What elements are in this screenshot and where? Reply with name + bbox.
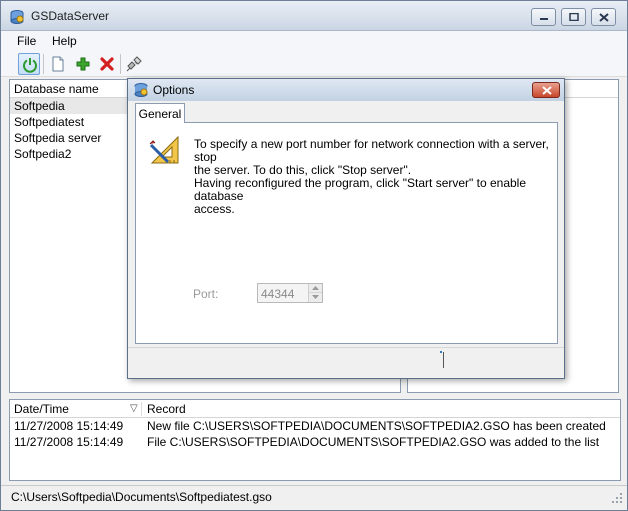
dialog-button[interactable] — [438, 351, 444, 368]
dialog-close-button[interactable] — [532, 82, 560, 98]
new-database-button[interactable] — [47, 53, 69, 75]
column-divider[interactable] — [141, 402, 142, 416]
status-bar: C:\Users\Softpedia\Documents\Softpediate… — [1, 485, 627, 510]
remove-database-button[interactable] — [96, 53, 118, 75]
options-dialog: Options General To specify a new port nu… — [127, 78, 565, 379]
log-header: Date/Time ▽ Record — [10, 400, 620, 418]
port-label: Port: — [193, 287, 219, 301]
log-list[interactable]: Date/Time ▽ Record 11/27/2008 15:14:49 N… — [9, 399, 621, 481]
table-row[interactable]: 11/27/2008 15:14:49 File C:\USERS\SOFTPE… — [10, 434, 620, 450]
menu-bar: File Help — [1, 31, 627, 51]
toolbar — [1, 51, 627, 77]
log-date: 11/27/2008 15:14:49 — [14, 419, 124, 433]
sort-indicator-icon: ▽ — [130, 403, 138, 414]
disconnect-icon — [126, 56, 142, 72]
log-record: New file C:\USERS\SOFTPEDIA\DOCUMENTS\SO… — [147, 419, 606, 433]
chevron-up-icon — [312, 286, 319, 290]
options-app-icon — [133, 82, 149, 101]
add-icon — [76, 57, 90, 71]
start-server-button[interactable] — [18, 53, 40, 75]
ruler-triangle-icon — [148, 133, 184, 170]
spin-up-button[interactable] — [309, 284, 322, 293]
port-value: 44344 — [261, 287, 295, 301]
dialog-title-bar[interactable]: Options — [128, 79, 564, 101]
close-button[interactable] — [591, 8, 616, 26]
general-tab-page: To specify a new port number for network… — [135, 122, 558, 344]
dialog-divider — [128, 347, 564, 348]
log-date: 11/27/2008 15:14:49 — [14, 435, 124, 449]
disconnect-button[interactable] — [123, 53, 145, 75]
menu-help[interactable]: Help — [52, 34, 77, 48]
power-icon — [23, 58, 37, 73]
close-icon — [542, 86, 552, 95]
minimize-button[interactable] — [531, 8, 556, 26]
dialog-title: Options — [153, 83, 195, 97]
toolbar-separator — [120, 54, 121, 74]
resize-grip-icon[interactable] — [611, 492, 623, 507]
new-document-icon — [52, 56, 64, 72]
log-header-record[interactable]: Record — [147, 400, 186, 418]
options-message: To specify a new port number for network… — [194, 138, 549, 216]
tab-general[interactable]: General — [135, 103, 185, 123]
log-header-date[interactable]: Date/Time — [14, 400, 69, 418]
maximize-button[interactable] — [561, 8, 586, 26]
chevron-down-icon — [312, 295, 319, 299]
table-row[interactable]: 11/27/2008 15:14:49 New file C:\USERS\SO… — [10, 418, 620, 434]
window-title: GSDataServer — [31, 9, 110, 23]
app-icon — [9, 9, 25, 25]
add-database-button[interactable] — [72, 53, 94, 75]
toolbar-separator — [43, 54, 44, 74]
message-line: To specify a new port number for network… — [194, 137, 549, 164]
status-path: C:\Users\Softpedia\Documents\Softpediate… — [11, 490, 272, 504]
delete-icon — [100, 57, 114, 71]
spin-down-button[interactable] — [309, 293, 322, 302]
port-spinner[interactable] — [308, 284, 322, 302]
log-record: File C:\USERS\SOFTPEDIA\DOCUMENTS\SOFTPE… — [147, 435, 600, 449]
port-input[interactable]: 44344 — [257, 283, 323, 303]
message-line: Having reconfigured the program, click "… — [194, 176, 527, 203]
title-bar[interactable]: GSDataServer — [1, 1, 627, 31]
menu-file[interactable]: File — [17, 34, 36, 48]
message-line: access. — [194, 202, 235, 216]
